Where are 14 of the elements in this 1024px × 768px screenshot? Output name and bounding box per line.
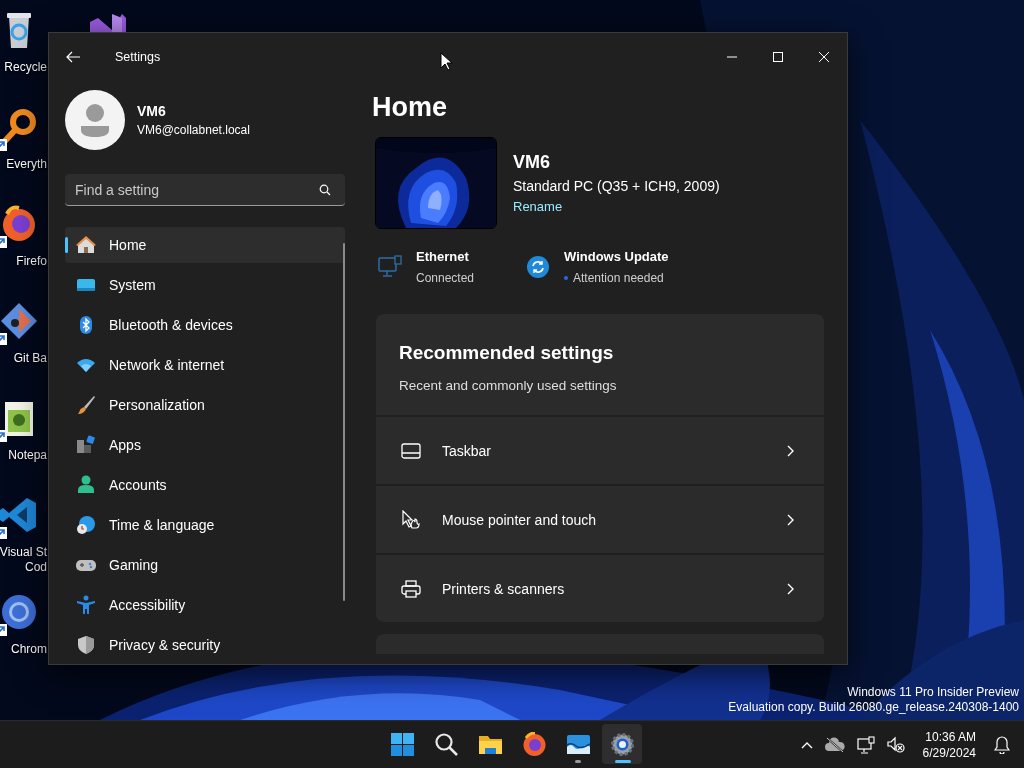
running-indicator [615,760,631,763]
gear-icon [609,731,635,757]
windows-logo-icon [389,731,415,757]
speaker-muted-icon[interactable] [886,735,905,754]
taskbar-button[interactable] [602,724,642,764]
search-icon [433,731,459,757]
bell-icon[interactable] [994,735,1010,754]
chevron-up-icon[interactable] [800,740,813,749]
clock-date[interactable]: 6/29/2024 [922,744,976,761]
network-icon[interactable] [856,735,875,754]
cloud-off-icon[interactable] [824,736,845,753]
clock-time[interactable]: 10:36 AM [925,728,976,745]
browser-icon [521,731,547,757]
running-indicator [575,760,581,763]
